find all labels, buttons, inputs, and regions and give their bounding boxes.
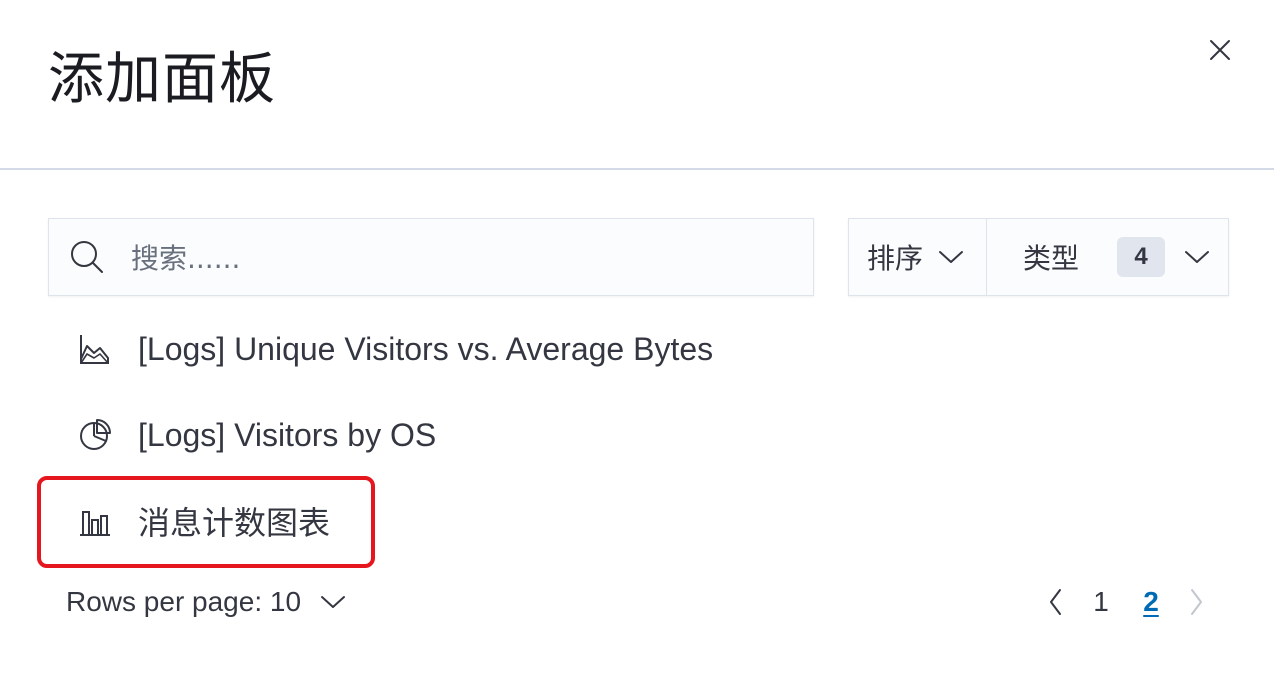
previous-page-button[interactable] (1036, 580, 1076, 624)
search-input[interactable] (129, 219, 803, 297)
search-icon (71, 241, 103, 273)
chevron-down-icon (321, 596, 346, 608)
rows-per-page-button[interactable]: Rows per page: 10 (66, 580, 347, 624)
panel-list: [Logs] Unique Visitors vs. Average Bytes… (48, 306, 1228, 564)
close-button[interactable] (1200, 30, 1240, 70)
type-filter-button[interactable]: 类型 4 (987, 219, 1228, 295)
list-item-label: 消息计数图表 (138, 504, 331, 542)
next-page-button[interactable] (1176, 580, 1216, 624)
add-panel-flyout: 添加面板 排序 类型 4 (0, 0, 1274, 678)
search-box (48, 218, 814, 297)
type-count-badge: 4 (1117, 237, 1166, 277)
flyout-title: 添加面板 (48, 47, 276, 112)
pie-chart-icon (80, 419, 111, 450)
chevron-down-icon (1185, 251, 1210, 263)
sort-label: 排序 (867, 242, 924, 275)
filter-group: 排序 类型 4 (848, 218, 1229, 296)
list-item-label: [Logs] Visitors by OS (138, 416, 437, 453)
sort-button[interactable]: 排序 (849, 219, 987, 295)
area-chart-icon (80, 335, 109, 364)
flyout-header: 添加面板 (0, 0, 1274, 170)
chevron-left-icon (1050, 589, 1061, 615)
list-item[interactable]: [Logs] Visitors by OS (48, 392, 1228, 478)
list-item-label: [Logs] Unique Visitors vs. Average Bytes (138, 330, 714, 367)
close-icon (1210, 40, 1230, 60)
chevron-down-icon (939, 251, 964, 263)
page-number-current[interactable]: 2 (1126, 586, 1176, 618)
bar-chart-icon (80, 511, 110, 536)
pagination: 1 2 (1036, 580, 1216, 624)
list-item[interactable]: 消息计数图表 (48, 478, 1228, 564)
rows-per-page-label: Rows per page: 10 (66, 586, 302, 617)
list-item[interactable]: [Logs] Unique Visitors vs. Average Bytes (48, 306, 1228, 392)
type-label: 类型 (1023, 242, 1080, 275)
page-number[interactable]: 1 (1076, 586, 1126, 618)
chevron-right-icon (1191, 589, 1202, 615)
